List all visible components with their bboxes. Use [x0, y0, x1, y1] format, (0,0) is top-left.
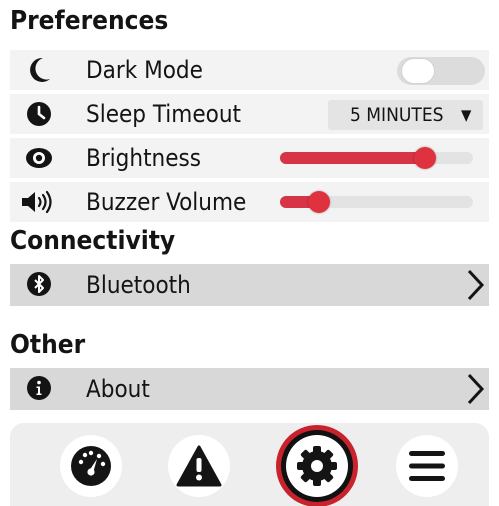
- brightness-slider-thumb[interactable]: [414, 147, 436, 169]
- buzzer-volume-slider-thumb[interactable]: [308, 191, 330, 213]
- dark-mode-toggle[interactable]: [397, 57, 485, 85]
- sleep-timeout-dropdown[interactable]: 5 MINUTES ▼: [328, 100, 483, 130]
- bluetooth-icon: [24, 270, 54, 298]
- buzzer-volume-slider[interactable]: [280, 191, 473, 213]
- tab-dashboard[interactable]: [60, 435, 122, 497]
- about-row[interactable]: About: [10, 368, 489, 410]
- moon-icon: [24, 56, 54, 84]
- clock-icon: [24, 100, 54, 128]
- info-icon: [24, 374, 54, 402]
- brightness-row: Brightness: [10, 138, 489, 178]
- sleep-timeout-row: Sleep Timeout 5 MINUTES ▼: [10, 94, 489, 134]
- tab-menu[interactable]: [396, 435, 458, 497]
- tab-alerts[interactable]: [168, 435, 230, 497]
- section-title-other: Other: [10, 330, 86, 360]
- sleep-timeout-value: 5 MINUTES: [350, 104, 444, 126]
- chevron-right-icon: [467, 269, 485, 301]
- brightness-label: Brightness: [86, 144, 202, 172]
- gear-icon: [297, 446, 337, 486]
- speaker-icon: [20, 188, 54, 216]
- buzzer-volume-label: Buzzer Volume: [86, 188, 247, 216]
- toggle-knob: [401, 58, 435, 84]
- bottom-tab-bar: [10, 423, 489, 506]
- dark-mode-row: Dark Mode: [10, 50, 489, 90]
- section-title-preferences: Preferences: [10, 6, 169, 36]
- chevron-down-icon: ▼: [461, 106, 472, 124]
- brightness-slider-fill: [280, 152, 425, 164]
- dark-mode-label: Dark Mode: [86, 56, 203, 84]
- about-label: About: [86, 375, 150, 403]
- hamburger-icon: [409, 451, 445, 481]
- tab-settings[interactable]: [286, 435, 348, 497]
- chevron-right-icon: [467, 373, 485, 405]
- bluetooth-label: Bluetooth: [86, 271, 191, 299]
- gauge-icon: [71, 446, 111, 486]
- sleep-timeout-label: Sleep Timeout: [86, 100, 241, 128]
- bluetooth-row[interactable]: Bluetooth: [10, 264, 489, 306]
- warning-icon: [176, 445, 222, 487]
- brightness-slider[interactable]: [280, 147, 473, 169]
- section-title-connectivity: Connectivity: [10, 226, 176, 256]
- buzzer-volume-row: Buzzer Volume: [10, 182, 489, 222]
- eye-icon: [24, 144, 54, 172]
